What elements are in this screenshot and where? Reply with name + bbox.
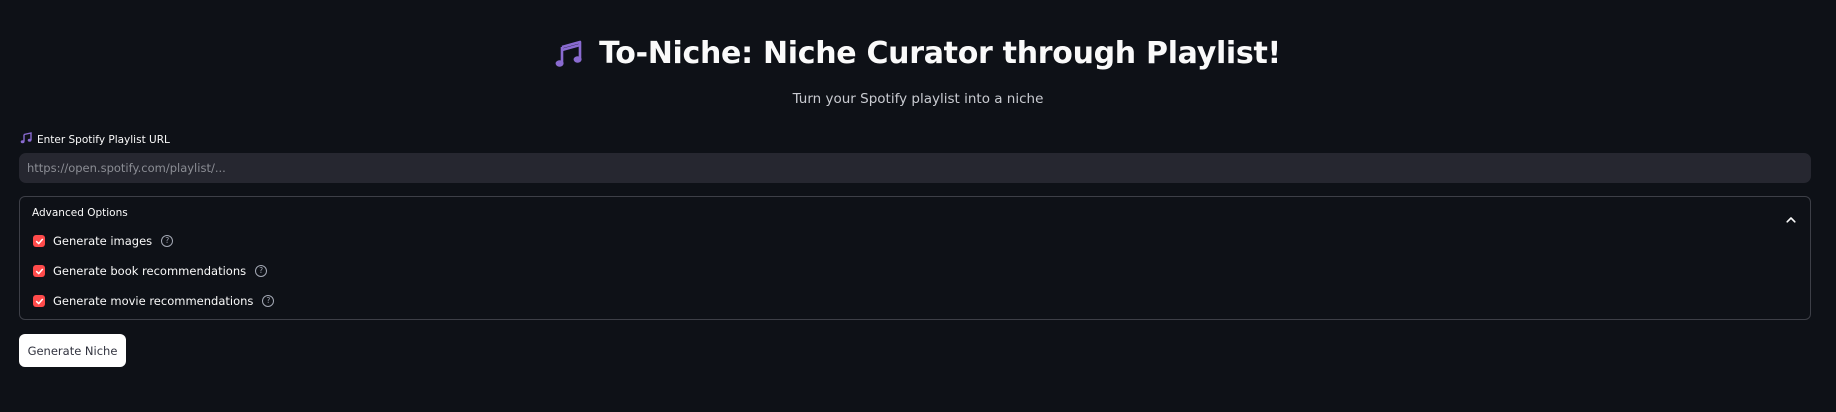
generate-niche-button[interactable]: Generate Niche [19, 334, 126, 367]
chevron-up-icon [1786, 208, 1796, 227]
checkbox-checked-icon [33, 235, 45, 247]
advanced-options-expander: Advanced Options Generate images ? Gener… [19, 196, 1811, 320]
advanced-options-title: Advanced Options [32, 207, 128, 219]
help-icon[interactable]: ? [161, 235, 174, 247]
music-note-icon [20, 132, 32, 147]
page-subtitle: Turn your Spotify playlist into a niche [792, 90, 1044, 107]
title-row: To-Niche: Niche Curator through Playlist… [555, 36, 1281, 71]
checkbox-checked-icon [33, 295, 45, 307]
page-title: To-Niche: Niche Curator through Playlist… [599, 36, 1281, 71]
page-header: To-Niche: Niche Curator through Playlist… [0, 36, 1836, 107]
music-notes-icon [555, 39, 585, 69]
advanced-options-header[interactable]: Advanced Options [20, 197, 1810, 229]
generate-book-recommendations-checkbox[interactable]: Generate book recommendations ? [33, 264, 268, 278]
playlist-url-label: Enter Spotify Playlist URL [20, 132, 170, 147]
help-icon[interactable]: ? [262, 295, 275, 307]
generate-book-recommendations-label: Generate book recommendations [53, 264, 247, 278]
playlist-url-input[interactable] [19, 153, 1811, 183]
checkbox-checked-icon [33, 265, 45, 277]
generate-images-checkbox[interactable]: Generate images ? [33, 234, 174, 248]
generate-movie-recommendations-checkbox[interactable]: Generate movie recommendations ? [33, 294, 275, 308]
playlist-url-label-text: Enter Spotify Playlist URL [37, 133, 170, 146]
app-page: To-Niche: Niche Curator through Playlist… [0, 0, 1836, 412]
generate-images-label: Generate images [53, 234, 153, 248]
help-icon[interactable]: ? [255, 265, 268, 277]
generate-movie-recommendations-label: Generate movie recommendations [53, 294, 254, 308]
